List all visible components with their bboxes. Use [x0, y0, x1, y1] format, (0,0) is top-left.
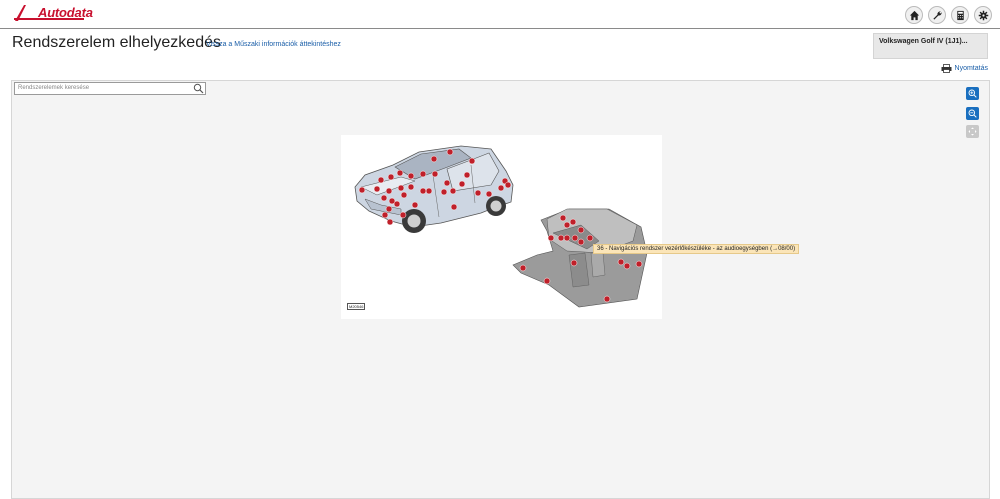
search-icon[interactable]	[193, 83, 204, 94]
zoom-out-button[interactable]	[966, 107, 979, 120]
component-marker[interactable]	[485, 190, 493, 198]
component-marker[interactable]	[519, 264, 527, 272]
component-marker[interactable]	[387, 173, 395, 181]
component-marker[interactable]	[393, 200, 401, 208]
component-marker[interactable]	[577, 226, 585, 234]
autodata-logo[interactable]: Autodata	[12, 3, 93, 23]
component-marker[interactable]	[386, 218, 394, 226]
component-marker[interactable]	[443, 179, 451, 187]
vehicle-selector[interactable]: Volkswagen Golf IV (1J1)...	[873, 33, 988, 59]
zoom-in-icon	[968, 89, 977, 98]
component-marker[interactable]	[400, 191, 408, 199]
component-marker[interactable]	[380, 194, 388, 202]
calculator-icon[interactable]	[951, 6, 969, 24]
printer-icon	[941, 64, 952, 73]
top-bar: Autodata	[0, 0, 1000, 29]
component-marker[interactable]	[377, 176, 385, 184]
logo-underline	[14, 18, 84, 20]
fit-to-screen-button[interactable]	[966, 125, 979, 138]
fit-icon	[968, 127, 977, 136]
component-marker[interactable]	[557, 234, 565, 242]
component-marker[interactable]	[586, 234, 594, 242]
component-marker[interactable]	[381, 211, 389, 219]
component-marker[interactable]	[635, 260, 643, 268]
component-marker[interactable]	[547, 234, 555, 242]
wrench-icon[interactable]	[928, 6, 946, 24]
diagram-id-label: M20546	[347, 303, 366, 310]
component-marker[interactable]	[358, 186, 366, 194]
component-marker[interactable]	[497, 184, 505, 192]
home-icon[interactable]	[905, 6, 923, 24]
component-marker[interactable]	[559, 214, 567, 222]
component-marker[interactable]	[468, 157, 476, 165]
component-marker[interactable]	[425, 187, 433, 195]
gear-icon[interactable]	[974, 6, 992, 24]
component-marker[interactable]	[397, 184, 405, 192]
component-marker[interactable]	[571, 234, 579, 242]
component-marker[interactable]	[569, 218, 577, 226]
component-marker[interactable]	[431, 170, 439, 178]
component-marker[interactable]	[543, 277, 551, 285]
component-marker[interactable]	[563, 221, 571, 229]
component-marker[interactable]	[449, 187, 457, 195]
component-marker[interactable]	[385, 187, 393, 195]
zoom-out-icon	[968, 109, 977, 118]
component-marker[interactable]	[440, 188, 448, 196]
component-marker[interactable]	[411, 201, 419, 209]
component-location-diagram[interactable]	[341, 135, 662, 319]
component-marker[interactable]	[570, 259, 578, 267]
component-marker[interactable]	[623, 262, 631, 270]
component-marker[interactable]	[407, 183, 415, 191]
component-marker[interactable]	[385, 205, 393, 213]
print-label: Nyomtatás	[954, 65, 988, 72]
component-marker[interactable]	[463, 171, 471, 179]
print-button[interactable]: Nyomtatás	[941, 64, 988, 73]
component-tooltip: 36 - Navigációs rendszer vezérlőkészülék…	[593, 244, 800, 254]
component-marker[interactable]	[563, 234, 571, 242]
component-marker[interactable]	[407, 172, 415, 180]
component-marker[interactable]	[617, 258, 625, 266]
top-icons	[905, 6, 992, 24]
interior-illustration	[512, 208, 648, 308]
component-marker[interactable]	[603, 295, 611, 303]
component-search-input[interactable]: Rendszerelemek keresése	[14, 82, 206, 95]
component-marker[interactable]	[399, 211, 407, 219]
component-marker[interactable]	[458, 180, 466, 188]
component-marker[interactable]	[577, 238, 585, 246]
back-to-overview-link[interactable]: Vissza a Műszaki információk áttekintésh…	[206, 41, 341, 48]
page-title: Rendszerelem elhelyezkedés	[12, 34, 221, 51]
zoom-in-button[interactable]	[966, 87, 979, 100]
component-marker[interactable]	[446, 148, 454, 156]
component-marker[interactable]	[504, 181, 512, 189]
component-marker[interactable]	[396, 169, 404, 177]
component-marker[interactable]	[474, 189, 482, 197]
component-marker[interactable]	[419, 187, 427, 195]
component-marker[interactable]	[419, 170, 427, 178]
component-marker[interactable]	[373, 185, 381, 193]
component-marker[interactable]	[450, 203, 458, 211]
component-marker[interactable]	[430, 155, 438, 163]
vehicle-illustration	[354, 145, 648, 308]
